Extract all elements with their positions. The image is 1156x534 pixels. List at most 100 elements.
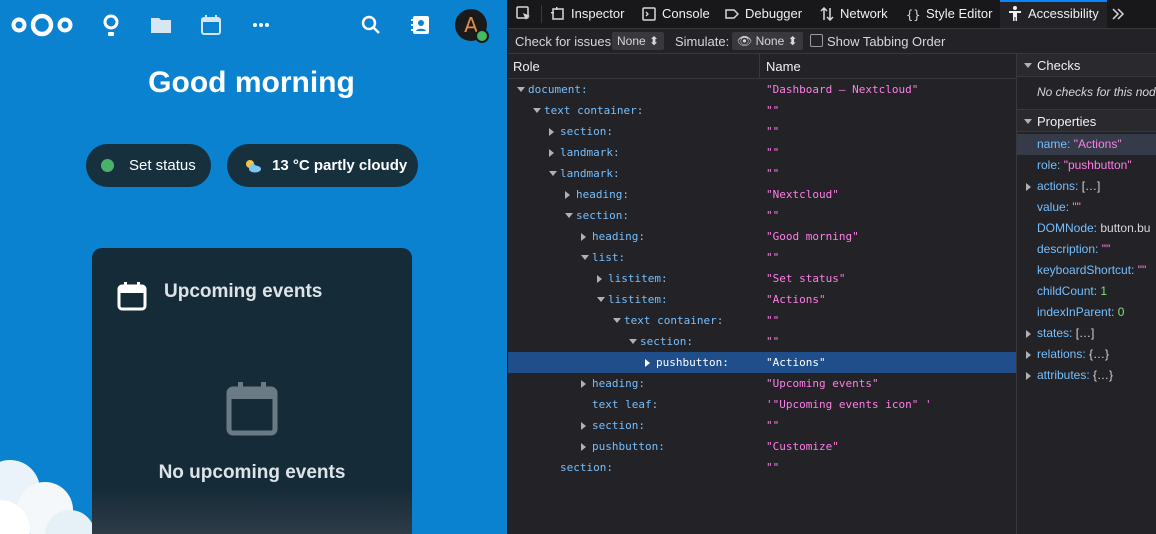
chevron-down-icon[interactable] [549, 171, 557, 176]
tree-row[interactable]: text leaf: '"Upcoming events icon" ' [508, 394, 1016, 415]
chevron-right-icon[interactable] [645, 359, 650, 367]
tab-network-label: Network [840, 6, 888, 21]
tree-row-name: "" [766, 461, 780, 474]
tree-row-name: "" [766, 209, 780, 222]
tree-row[interactable]: heading: "Nextcloud" [508, 184, 1016, 205]
property-row[interactable]: role: "pushbutton" [1017, 155, 1156, 176]
chevron-right-icon[interactable] [1026, 330, 1031, 338]
tab-accessibility[interactable]: Accessibility [1000, 0, 1107, 28]
tree-row[interactable]: section: "" [508, 457, 1016, 478]
property-row[interactable]: actions: […] [1017, 176, 1156, 197]
chevron-right-icon[interactable] [597, 275, 602, 283]
chevron-down-icon[interactable] [629, 339, 637, 344]
tree-row[interactable]: text container: "" [508, 100, 1016, 121]
search-icon[interactable] [359, 13, 383, 37]
tree-row-role: pushbutton: [592, 440, 665, 453]
role-column-header[interactable]: Role [513, 59, 540, 74]
chevron-down-icon[interactable] [565, 213, 573, 218]
tree-row[interactable]: section: "" [508, 331, 1016, 352]
tree-row[interactable]: landmark: "" [508, 142, 1016, 163]
chevron-right-icon[interactable] [1026, 351, 1031, 359]
tree-row-role: section: [576, 209, 629, 222]
tree-row[interactable]: text container: "" [508, 310, 1016, 331]
set-status-button[interactable]: Set status [86, 144, 211, 187]
property-value: "Actions" [1073, 137, 1122, 151]
column-divider[interactable] [759, 54, 760, 79]
chevron-right-icon[interactable] [581, 422, 586, 430]
property-key-text: attributes: [1037, 368, 1090, 382]
tree-row[interactable]: pushbutton: "Actions" [508, 352, 1016, 373]
tree-row[interactable]: pushbutton: "Customize" [508, 436, 1016, 457]
property-row[interactable]: keyboardShortcut: "" [1017, 260, 1156, 281]
check-issues-select[interactable]: None ⬍ [612, 32, 665, 50]
tree-row[interactable]: section: "" [508, 205, 1016, 226]
property-row[interactable]: name: "Actions" [1017, 134, 1156, 155]
tree-row-role: list: [592, 251, 626, 264]
chevron-right-icon[interactable] [549, 149, 554, 157]
name-column-header[interactable]: Name [766, 59, 801, 74]
property-row[interactable]: indexInParent: 0 [1017, 302, 1156, 323]
property-row[interactable]: description: "" [1017, 239, 1156, 260]
online-status-icon [475, 29, 489, 43]
tree-row[interactable]: section: "" [508, 415, 1016, 436]
chevron-right-icon[interactable] [1026, 372, 1031, 380]
pick-element-icon[interactable] [516, 6, 532, 22]
chevron-right-icon[interactable] [1026, 183, 1031, 191]
tree-row[interactable]: list: "" [508, 247, 1016, 268]
more-tabs-chevron-icon[interactable] [1111, 7, 1125, 21]
chevron-right-icon[interactable] [581, 443, 586, 451]
simulate-value: None [755, 34, 785, 48]
chevron-right-icon[interactable] [549, 128, 554, 136]
tree-row-name: "Nextcloud" [766, 188, 839, 201]
property-row[interactable]: value: "" [1017, 197, 1156, 218]
properties-section-header[interactable]: Properties [1017, 109, 1156, 132]
property-key: relations: {…} [1037, 344, 1109, 365]
tree-row[interactable]: heading: "Upcoming events" [508, 373, 1016, 394]
tree-row[interactable]: heading: "Good morning" [508, 226, 1016, 247]
property-key-text: role: [1037, 158, 1061, 172]
tab-inspector[interactable]: Inspector [551, 0, 631, 28]
tree-row[interactable]: listitem: "Actions" [508, 289, 1016, 310]
chevron-right-icon[interactable] [581, 380, 586, 388]
files-icon[interactable] [149, 13, 173, 37]
checks-section-header[interactable]: Checks [1017, 54, 1156, 77]
calendar-icon[interactable] [199, 13, 223, 37]
tree-row[interactable]: section: "" [508, 121, 1016, 142]
inspector-icon [551, 7, 564, 20]
property-key: keyboardShortcut: "" [1037, 260, 1146, 281]
dashboard-icon[interactable] [99, 13, 123, 37]
property-row[interactable]: attributes: {…} [1017, 365, 1156, 386]
property-row[interactable]: DOMNode: button.bu [1017, 218, 1156, 239]
nextcloud-logo-icon[interactable] [11, 12, 73, 38]
tree-row-role: section: [560, 125, 613, 138]
chevron-right-icon[interactable] [565, 191, 570, 199]
tree-row-name: "Actions" [766, 356, 826, 369]
tree-row-role: heading: [592, 377, 645, 390]
property-row[interactable]: states: […] [1017, 323, 1156, 344]
chevron-right-icon[interactable] [581, 233, 586, 241]
contacts-icon[interactable] [409, 13, 433, 37]
weather-status-button[interactable]: 13 °C partly cloudy [227, 144, 418, 187]
more-apps-icon[interactable] [249, 13, 273, 37]
chevron-down-icon[interactable] [533, 108, 541, 113]
simulate-select[interactable]: 👁 None ⬍ [732, 32, 803, 50]
chevron-down-icon[interactable] [517, 87, 525, 92]
tab-style-editor[interactable]: {} Style Editor [906, 0, 998, 28]
chevron-down-icon[interactable] [597, 297, 605, 302]
property-key: description: "" [1037, 239, 1110, 260]
tab-network[interactable]: Network [820, 0, 900, 28]
tab-console[interactable]: Console [642, 0, 716, 28]
tree-row-name: "" [766, 125, 780, 138]
property-row[interactable]: relations: {…} [1017, 344, 1156, 365]
property-row[interactable]: childCount: 1 [1017, 281, 1156, 302]
nextcloud-dashboard: A Good morning Set status 13 °C partly c… [0, 0, 507, 534]
tree-row[interactable]: document: "Dashboard – Nextcloud" [508, 79, 1016, 100]
chevron-down-icon[interactable] [613, 318, 621, 323]
tree-row[interactable]: listitem: "Set status" [508, 268, 1016, 289]
style-editor-icon: {} [906, 8, 920, 21]
tab-debugger[interactable]: Debugger [725, 0, 809, 28]
tabbing-order-checkbox[interactable] [810, 34, 823, 47]
tree-row[interactable]: landmark: "" [508, 163, 1016, 184]
chevron-down-icon[interactable] [581, 255, 589, 260]
properties-sidebar: Checks No checks for this node Propertie… [1016, 54, 1156, 534]
